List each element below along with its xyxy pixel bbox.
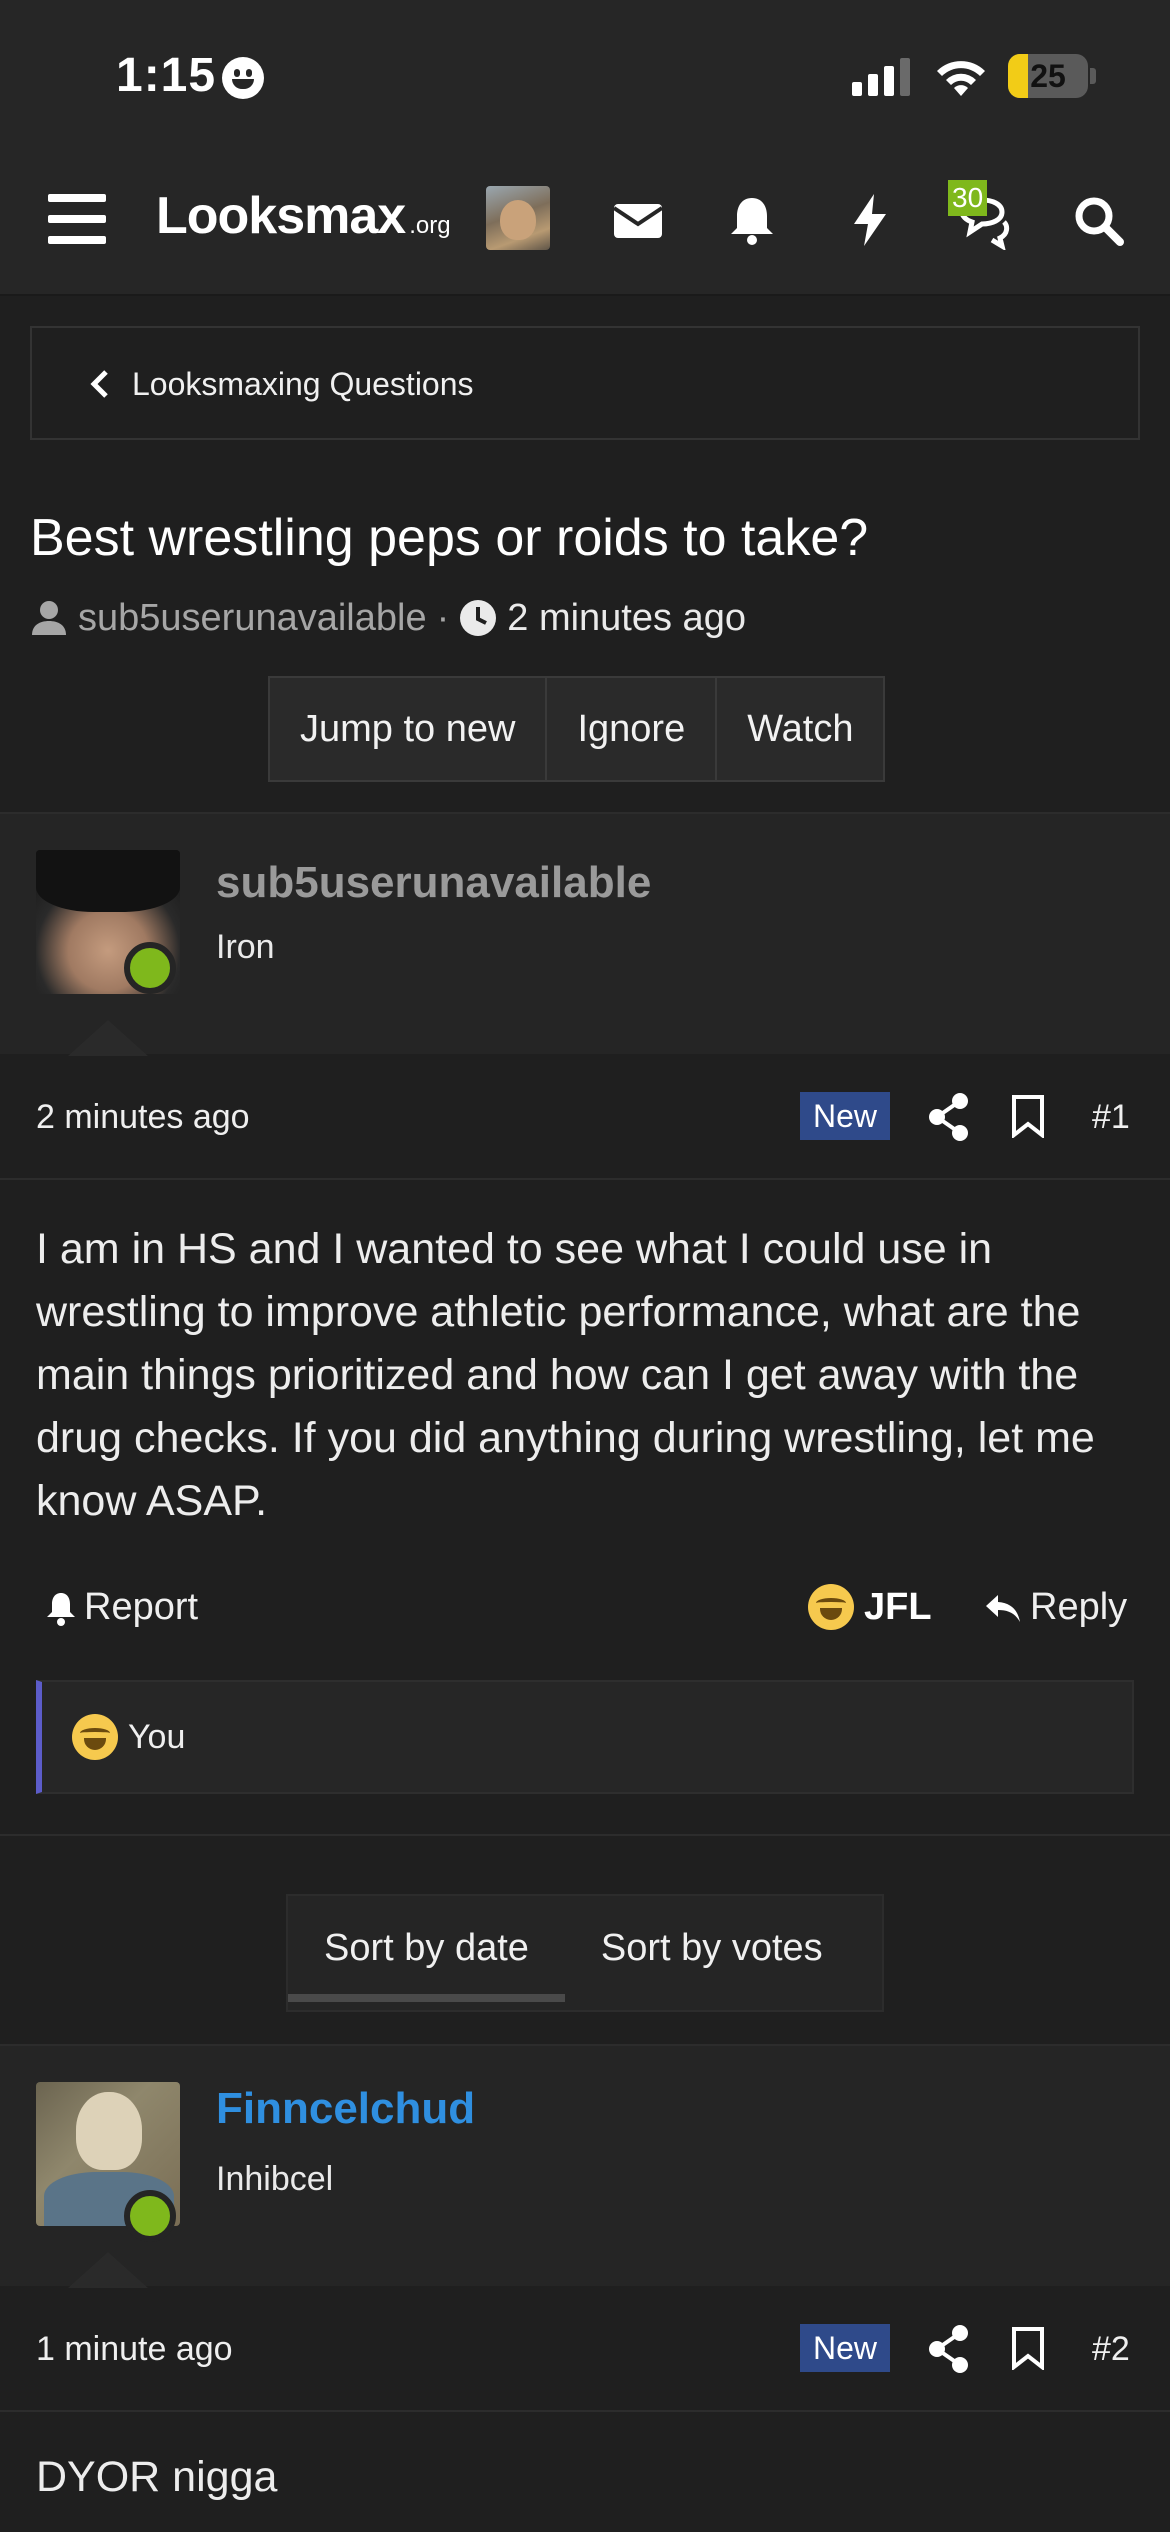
chat-unread-badge: 30 xyxy=(948,180,988,216)
wifi-icon xyxy=(934,54,988,98)
watch-button[interactable]: Watch xyxy=(717,678,883,780)
thread-meta: sub5userunavailable · 2 minutes ago xyxy=(30,596,746,640)
post-2-username[interactable]: Finncelchud xyxy=(216,2084,475,2134)
status-time: 1:15 xyxy=(116,49,217,102)
divider xyxy=(0,1178,1170,1180)
bolt-icon[interactable] xyxy=(840,190,900,250)
search-icon[interactable] xyxy=(1068,190,1128,250)
logo-text: Looksmax xyxy=(156,187,406,245)
post-2-meta: 1 minute ago New #2 xyxy=(0,2290,1170,2410)
tab-sort-by-date[interactable]: Sort by date xyxy=(288,1896,565,2010)
clock-icon xyxy=(460,600,497,636)
thread-title: Best wrestling peps or roids to take? xyxy=(30,509,869,567)
reactions-summary-label: You xyxy=(128,1717,186,1756)
envelope-icon[interactable] xyxy=(608,190,668,250)
new-badge: New xyxy=(800,2324,890,2372)
tab-sort-by-votes[interactable]: Sort by votes xyxy=(565,1896,859,2010)
post-1-meta: 2 minutes ago New #1 xyxy=(0,1058,1170,1178)
post-2-user-block: Finncelchud Inhibcel xyxy=(0,2046,1170,2286)
user-block-pointer xyxy=(68,1020,148,1056)
status-bar: 1:15 25 xyxy=(0,0,1170,150)
post-1-user-title: Iron xyxy=(216,928,275,966)
jfl-label: JFL xyxy=(864,1585,932,1628)
report-label: Report xyxy=(84,1586,199,1628)
top-nav: Looksmax .org 30 xyxy=(0,150,1170,296)
thread-author[interactable]: sub5userunavailable xyxy=(78,597,427,640)
post-1-body: I am in HS and I wanted to see what I co… xyxy=(36,1225,1095,1525)
post-1-username[interactable]: sub5userunavailable xyxy=(216,858,651,908)
reply-label: Reply xyxy=(1030,1586,1128,1628)
divider xyxy=(0,1834,1170,1836)
user-block-pointer xyxy=(68,2252,148,2288)
logo-suffix: .org xyxy=(409,212,451,239)
reply-button[interactable]: Reply xyxy=(984,1586,1127,1629)
meta-separator: · xyxy=(436,596,450,639)
report-button[interactable]: Report xyxy=(44,1586,198,1629)
share-icon[interactable] xyxy=(928,1092,970,1142)
jfl-reaction-button[interactable]: JFL xyxy=(808,1584,932,1630)
battery-percent: 25 xyxy=(1030,58,1066,94)
reactions-summary[interactable]: You xyxy=(36,1680,1134,1794)
account-avatar[interactable] xyxy=(486,186,550,250)
post-2-time[interactable]: 1 minute ago xyxy=(36,2330,233,2369)
online-status-dot xyxy=(124,2190,176,2242)
sort-tabs: Sort by date Sort by votes xyxy=(286,1894,884,2012)
ignore-button[interactable]: Ignore xyxy=(547,678,718,780)
post-1-user-block: sub5userunavailable Iron xyxy=(0,814,1170,1054)
jump-to-new-button[interactable]: Jump to new xyxy=(270,678,548,780)
thread-time: 2 minutes ago xyxy=(507,596,746,639)
chevron-left-icon xyxy=(80,364,120,404)
battery-icon: 25 xyxy=(1008,54,1088,98)
user-icon xyxy=(32,601,66,635)
bell-icon xyxy=(47,1592,75,1626)
post-2-user-title: Inhibcel xyxy=(216,2160,334,2198)
site-logo[interactable]: Looksmax .org xyxy=(156,186,451,246)
crying-laughing-emoji-icon xyxy=(808,1584,854,1630)
bookmark-icon[interactable] xyxy=(1010,2326,1046,2370)
bookmark-icon[interactable] xyxy=(1010,1094,1046,1138)
new-badge: New xyxy=(800,1092,890,1140)
divider xyxy=(0,2410,1170,2412)
cellular-signal-icon xyxy=(852,58,912,96)
post-1-time[interactable]: 2 minutes ago xyxy=(36,1098,250,1137)
post-2-number[interactable]: #2 xyxy=(1092,2330,1130,2369)
bell-icon[interactable] xyxy=(722,190,782,250)
breadcrumb[interactable]: Looksmaxing Questions xyxy=(30,326,1140,440)
smiley-icon xyxy=(222,57,264,99)
menu-icon[interactable] xyxy=(48,194,106,244)
reply-arrow-icon xyxy=(986,1594,1020,1622)
thread-actions: Jump to new Ignore Watch xyxy=(268,676,886,782)
share-icon[interactable] xyxy=(928,2324,970,2374)
online-status-dot xyxy=(124,942,176,994)
post-1-number[interactable]: #1 xyxy=(1092,1098,1130,1137)
crying-laughing-emoji-icon xyxy=(72,1714,118,1760)
breadcrumb-label: Looksmaxing Questions xyxy=(132,366,474,402)
post-2-body: DYOR nigga xyxy=(36,2453,278,2501)
